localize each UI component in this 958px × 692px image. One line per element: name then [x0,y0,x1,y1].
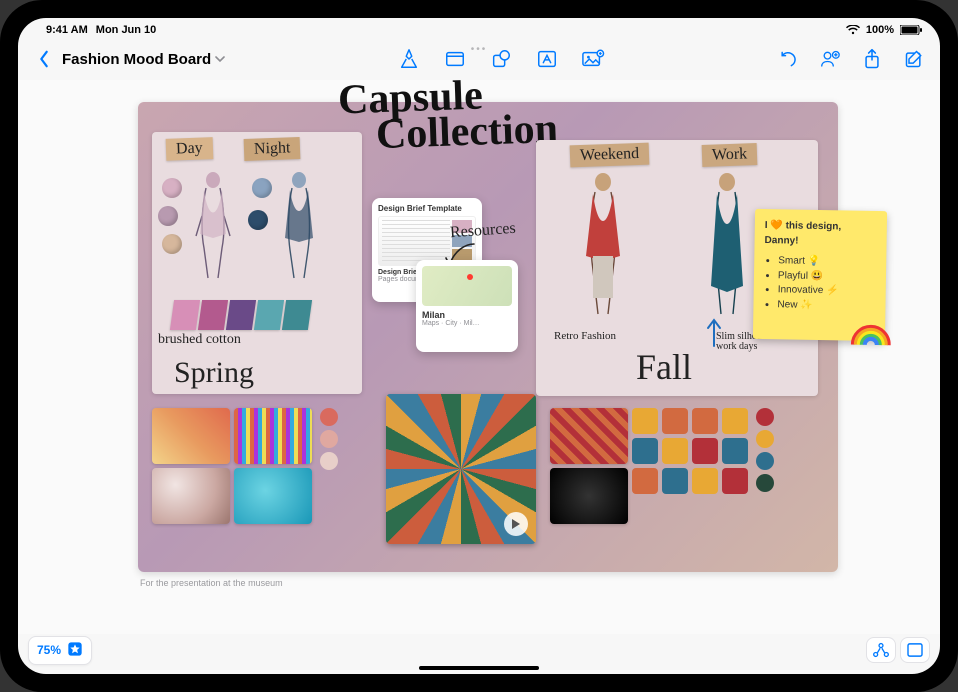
sketch-figure [570,168,636,328]
connections-tool[interactable] [866,637,896,663]
share-button[interactable] [860,47,884,71]
color-dot [252,178,272,198]
tag-day: Day [166,137,213,161]
home-indicator[interactable] [419,666,539,670]
color-dot [248,210,268,230]
season-spring-label: Spring [174,356,254,390]
media-tool-icon[interactable] [581,47,605,71]
status-date: Mon Jun 10 [96,24,157,36]
tag-work: Work [702,143,758,167]
resources-label: Resources [449,220,516,243]
ipad-device: 9:41 AM Mon Jun 10 100% ••• F [0,0,958,692]
rainbow-icon [851,319,891,348]
status-bar: 9:41 AM Mon Jun 10 100% [18,18,940,40]
board-title-button[interactable]: Fashion Mood Board [62,51,225,68]
sticky-bullet: New ✨ [777,298,875,314]
bottom-bar: 75% [28,636,930,664]
sticky-note[interactable]: I 🧡 this design, Danny! Smart 💡 Playful … [753,209,887,341]
spring-panel[interactable]: Day Night [152,132,362,394]
tag-night: Night [244,137,301,161]
arrow-icon [704,316,724,350]
status-time: 9:41 AM [46,24,88,36]
collaborate-button[interactable] [818,47,842,71]
zoom-label: 75% [37,643,61,657]
status-battery-pct: 100% [866,24,894,36]
sticky-bullet: Smart 💡 [778,254,876,270]
sketch-figure [188,168,238,288]
pen-tool-icon[interactable] [397,47,421,71]
spring-palette[interactable] [152,408,338,524]
color-dot [162,178,182,198]
tile-video[interactable] [386,394,536,544]
material-label: brushed cotton [158,332,241,348]
chevron-down-icon [215,51,225,68]
sketch-figure [274,168,324,288]
mood-board[interactable]: Capsule Collection Day Night [138,102,838,572]
favorite-icon[interactable] [67,641,83,660]
sticky-headline: I 🧡 this design, Danny! [764,219,876,250]
wifi-icon [846,25,860,35]
fall-note-left: Retro Fashion [554,330,616,342]
compose-button[interactable] [902,47,926,71]
milan-map-card[interactable]: Milan Maps · City · Mil… [416,260,518,352]
play-icon[interactable] [504,512,528,536]
season-fall-label: Fall [636,346,692,388]
sticky-list: Smart 💡 Playful 😃 Innovative ⚡ New ✨ [763,254,876,314]
color-dot [162,234,182,254]
screen: 9:41 AM Mon Jun 10 100% ••• F [18,18,940,674]
tag-weekend: Weekend [570,143,650,168]
freeform-canvas[interactable]: Capsule Collection Day Night [18,80,940,634]
board-caption: For the presentation at the museum [140,578,283,588]
color-dot [158,206,178,226]
sticky-bullet: Innovative ⚡ [778,283,876,299]
undo-button[interactable] [776,47,800,71]
multitask-dots-icon[interactable]: ••• [471,44,488,55]
palette-dots [756,408,774,524]
text-tool-icon[interactable] [535,47,559,71]
fall-palette[interactable] [550,408,774,524]
card-title: Design Brief Template [378,204,476,213]
rectangle-tool[interactable] [900,637,930,663]
board-title-2: Collection [375,111,558,155]
map-thumbnail [422,266,512,306]
board-title-label: Fashion Mood Board [62,51,211,68]
sticky-tool-icon[interactable] [443,47,467,71]
map-city-label: Milan [422,310,512,320]
palette-dots [320,408,338,524]
fabric-swatches [172,300,310,330]
back-button[interactable] [32,47,56,71]
battery-icon [900,25,922,35]
map-subtitle: Maps · City · Mil… [422,320,512,327]
shapes-tool-icon[interactable] [489,47,513,71]
sketch-figure [694,168,760,328]
zoom-control[interactable]: 75% [28,636,92,665]
